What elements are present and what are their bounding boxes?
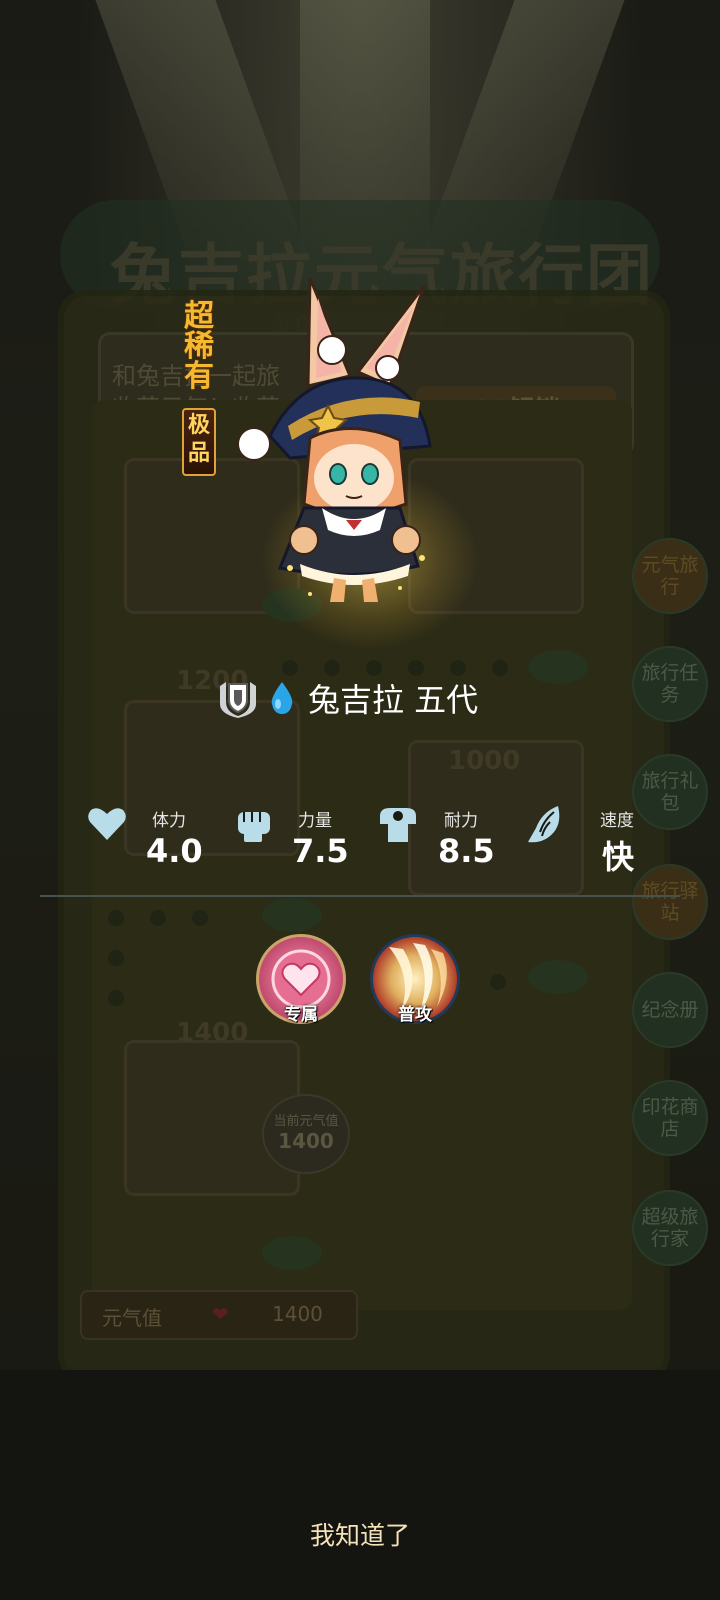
house-value: 1400 [176, 1018, 249, 1048]
divider [40, 895, 680, 897]
stat-label-endurance: 耐力 [444, 811, 478, 831]
path-dot [192, 910, 208, 926]
stat-value-stamina: 4.0 [146, 832, 203, 870]
stat-value-strength: 7.5 [292, 832, 349, 870]
path-dot [108, 950, 124, 966]
shield-icon [220, 682, 256, 718]
stat-value-speed: 快 [602, 838, 635, 876]
path-dot [450, 660, 466, 676]
fist-icon [238, 812, 270, 842]
skill-normal-attack[interactable]: 普攻 [370, 934, 460, 1025]
stat-value-endurance: 8.5 [438, 832, 495, 870]
path-dot [150, 910, 166, 926]
side-button-travel-pack[interactable]: 旅行礼包 [632, 754, 708, 830]
path-dot [492, 660, 508, 676]
skill-tag: 普攻 [398, 1005, 432, 1025]
rarity-label: 超稀有 [184, 299, 214, 394]
armor-icon [380, 808, 416, 842]
path-dot [108, 990, 124, 1006]
energy-bar: 元气值 ❤ 1400 [80, 1290, 358, 1340]
side-button-album[interactable]: 纪念册 [632, 972, 708, 1048]
skill-exclusive[interactable]: 专属 [256, 934, 346, 1025]
water-drop-icon [271, 682, 293, 714]
character-name-row: 兔吉拉 五代 [216, 676, 478, 720]
path-dot [108, 910, 124, 926]
character-portrait [237, 277, 432, 602]
path-dot [324, 660, 340, 676]
side-button-travel-station[interactable]: 旅行驿站 [632, 864, 708, 940]
side-button-super-traveler[interactable]: 超级旅行家 [632, 1190, 708, 1266]
grade-badge: 极品 [182, 408, 216, 476]
current-value-bubble: 当前元气值 1400 [262, 1094, 350, 1174]
stat-label-speed: 速度 [600, 811, 634, 831]
path-dot [490, 974, 506, 990]
side-button-stamp-shop[interactable]: 印花商店 [632, 1080, 708, 1156]
path-dot [282, 660, 298, 676]
stat-label-strength: 力量 [298, 811, 332, 831]
path-node [262, 898, 322, 932]
heart-icon [88, 808, 126, 840]
path-dot [408, 660, 424, 676]
side-button-travel-task[interactable]: 旅行任务 [632, 646, 708, 722]
house-value: 1000 [448, 746, 521, 776]
character-name: 兔吉拉 五代 [308, 681, 479, 719]
bottom-area [0, 1370, 720, 1600]
wing-icon [528, 806, 560, 843]
stat-label-stamina: 体力 [152, 811, 186, 831]
path-node [528, 650, 588, 684]
path-node [262, 1236, 322, 1270]
confirm-button[interactable]: 我知道了 [250, 1514, 470, 1558]
side-button-yuanqi-travel[interactable]: 元气旅行 [632, 538, 708, 614]
path-dot [366, 660, 382, 676]
path-node [528, 960, 588, 994]
skill-tag: 专属 [284, 1005, 318, 1025]
